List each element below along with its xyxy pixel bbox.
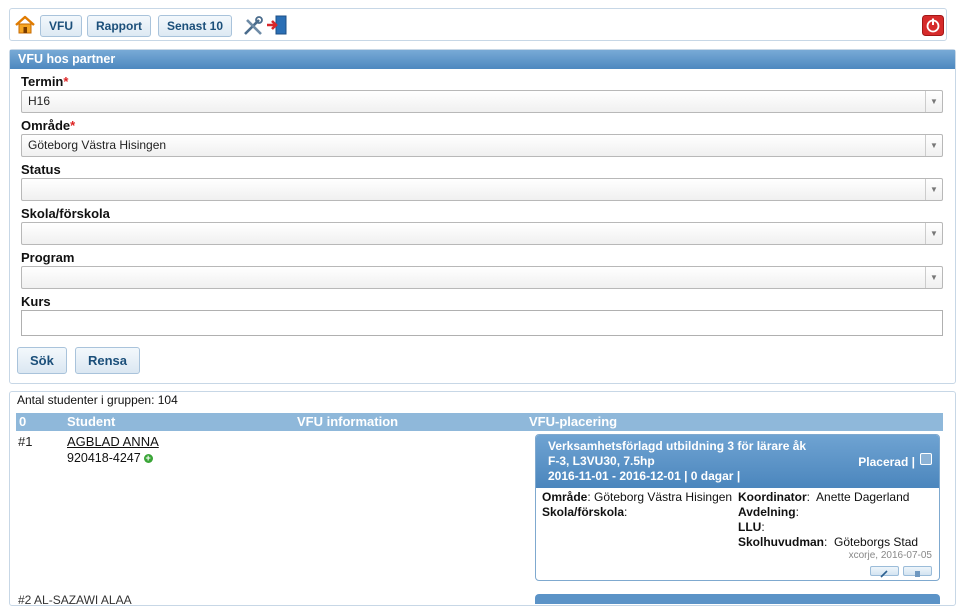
column-vfu-information[interactable]: VFU information (297, 413, 398, 431)
program-select[interactable]: ▼ (21, 266, 943, 289)
vfu-button[interactable]: VFU (40, 15, 82, 37)
rapport-button[interactable]: Rapport (87, 15, 151, 37)
chevron-down-icon[interactable]: ▼ (925, 267, 942, 288)
placement-course-title: Verksamhetsförlagd utbildning 3 för lära… (548, 439, 807, 468)
search-button[interactable]: Sök (17, 347, 67, 374)
placement-card-body: Område: Göteborg Västra Hisingen Skola/f… (536, 488, 939, 580)
skola-select[interactable]: ▼ (21, 222, 943, 245)
chevron-down-icon[interactable]: ▼ (925, 179, 942, 200)
top-toolbar: VFU Rapport Senast 10 (9, 8, 947, 41)
chevron-down-icon[interactable]: ▼ (925, 91, 942, 112)
placement-card: Verksamhetsförlagd utbildning 3 för lära… (535, 434, 940, 581)
required-mark: * (70, 118, 76, 133)
search-panel-title: VFU hos partner (10, 50, 955, 69)
termin-value: H16 (28, 94, 51, 108)
results-panel: Antal studenter i gruppen: 104 0 Student… (9, 391, 956, 607)
power-icon[interactable] (922, 15, 944, 36)
omrade-value: Göteborg Västra Hisingen (28, 138, 167, 152)
reset-button[interactable]: Rensa (75, 347, 141, 374)
status-label: Status (21, 162, 61, 177)
placement-omrade: Område: Göteborg Västra Hisingen (542, 490, 733, 504)
kurs-input[interactable] (21, 310, 943, 336)
placement-status: Placerad | (858, 455, 915, 469)
placement-card-header: Verksamhetsförlagd utbildning 3 för lära… (536, 435, 939, 488)
placement-koordinator: Koordinator: Anette Dagerland (738, 490, 910, 504)
omrade-select[interactable]: Göteborg Västra Hisingen ▼ (21, 134, 943, 157)
placement-skola: Skola/förskola: (542, 505, 628, 519)
placement-dates: 2016-11-01 - 2016-12-01 | 0 dagar | (548, 469, 741, 483)
results-table-header: 0 Student VFU information VFU-placering (16, 413, 943, 431)
row-number: #1 (18, 434, 33, 449)
student-personnummer: 920418-4247 + (67, 451, 153, 465)
edit-icon[interactable] (870, 566, 899, 578)
required-mark: * (63, 74, 69, 89)
table-row-partial: #2 AL-SAZAWI ALAA (18, 593, 132, 607)
chevron-down-icon[interactable]: ▼ (925, 223, 942, 244)
termin-select[interactable]: H16 ▼ (21, 90, 943, 113)
tools-icon[interactable] (242, 15, 264, 37)
more-icon[interactable] (903, 566, 932, 577)
chevron-down-icon[interactable]: ▼ (925, 135, 942, 156)
student-name-link[interactable]: AGBLAD ANNA (67, 434, 159, 449)
plus-circle-icon[interactable]: + (143, 454, 153, 464)
search-panel: VFU hos partner Termin* H16 ▼ Område* Gö… (9, 49, 956, 384)
column-student[interactable]: Student (67, 413, 115, 431)
program-label: Program (21, 250, 75, 265)
senast-10-button[interactable]: Senast 10 (158, 15, 233, 37)
placement-skolhuvudman: Skolhuvudman: Göteborgs Stad (738, 535, 919, 549)
placement-avdelning: Avdelning: (738, 505, 799, 519)
column-vfu-placering[interactable]: VFU-placering (529, 413, 617, 431)
kurs-label: Kurs (21, 294, 51, 309)
placement-card-partial (535, 594, 940, 604)
gear-icon[interactable] (920, 453, 932, 465)
exit-icon[interactable] (266, 14, 288, 36)
termin-label: Termin* (21, 74, 69, 89)
home-icon[interactable] (14, 14, 36, 36)
placement-meta: xcorje, 2016-07-05 (848, 550, 932, 561)
column-number[interactable]: 0 (19, 413, 26, 431)
omrade-label: Område* (21, 118, 76, 133)
placement-llu: LLU: (738, 520, 765, 534)
status-select[interactable]: ▼ (21, 178, 943, 201)
student-count: Antal studenter i gruppen: 104 (17, 393, 178, 407)
skola-label: Skola/förskola (21, 206, 110, 221)
